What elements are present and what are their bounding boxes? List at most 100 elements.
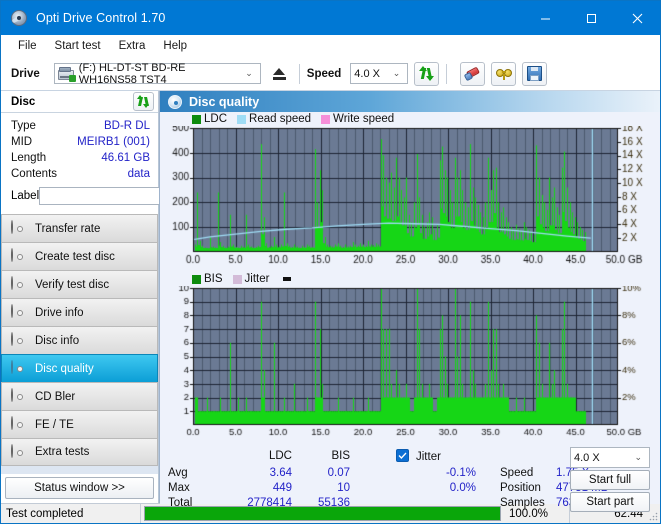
disc-row-length: Length 46.61 GB [11, 150, 150, 166]
sidebar-label-disc-quality: Disc quality [35, 362, 94, 375]
sidebar-item-fe-te[interactable]: FE / TE [1, 410, 158, 438]
speed-select[interactable]: 4.0 X ⌄ [350, 63, 409, 84]
disc-refresh-button[interactable] [133, 92, 154, 111]
sidebar-item-transfer-rate[interactable]: Transfer rate [1, 214, 158, 242]
sidebar-label-extra-tests: Extra tests [35, 446, 90, 458]
nav-list: Transfer rate Create test disc Verify te… [1, 214, 158, 466]
jitter-checkbox[interactable] [396, 449, 409, 462]
eraser-icon [463, 66, 481, 82]
speed-select-value: 4.0 X [354, 67, 380, 80]
test-speed-value: 4.0 X [574, 451, 600, 464]
chevron-down-icon: ⌄ [245, 68, 253, 78]
panel-title: Disc quality [189, 94, 260, 109]
disc-key-contents: Contents [11, 168, 58, 180]
disc-key-mid: MID [11, 136, 33, 148]
sidebar-label-create-test-disc: Create test disc [35, 250, 115, 263]
app-window: Opti Drive Control 1.70 File Start test … [0, 0, 661, 524]
legend-entry-jitter: Jitter [232, 273, 270, 285]
disc-row-contents: Contents data [11, 166, 150, 182]
legend-entry-write-speed: Write speed [321, 113, 394, 125]
stats-row-label-max: Max [168, 482, 190, 494]
legend-entry-bis: BIS [192, 273, 223, 285]
legend-label-write-speed: Write speed [333, 113, 395, 125]
chart-bottom-plot[interactable] [160, 286, 660, 441]
menu-item-file[interactable]: File [9, 38, 46, 54]
stats-jitter-avg: -0.1% [445, 467, 476, 479]
disc-row-type: Type BD-R DL [11, 118, 150, 134]
stats-speed-label: Speed [500, 467, 534, 479]
sidebar-item-verify-test-disc[interactable]: Verify test disc [1, 270, 158, 298]
test-speed-select[interactable]: 4.0 X ⌄ [570, 447, 650, 468]
optical-drive-icon [57, 66, 76, 82]
menu-bar: File Start test Extra Help [1, 35, 660, 57]
inspect-button[interactable] [491, 61, 517, 86]
chevron-down-icon: ⌄ [392, 68, 401, 78]
menu-item-help[interactable]: Help [154, 38, 196, 54]
checkbox-checked-icon [396, 449, 409, 462]
legend-entry-read-speed: Read speed [237, 113, 311, 125]
disc-icon [11, 416, 28, 432]
drive-select[interactable]: (F:) HL-DT-ST BD-RE WH16NS58 TST4 ⌄ [53, 62, 261, 86]
maximize-button[interactable] [568, 1, 614, 35]
eject-button[interactable] [267, 62, 292, 86]
body: Disc Type BD-R DL MID MEIRB1 (001) Lengt… [1, 91, 660, 512]
stats-ldc-max: 449 [272, 482, 292, 494]
disc-properties: Type BD-R DL MID MEIRB1 (001) Length 46.… [1, 113, 243, 208]
legend-swatch-jitter [232, 274, 242, 284]
sidebar-item-disc-info[interactable]: Disc info [1, 326, 158, 354]
stats-col-header-ldc: LDC [268, 450, 292, 462]
stats-bis-max: 10 [337, 482, 350, 494]
chart-bottom-legend: BIS Jitter [160, 272, 660, 286]
window-controls [522, 1, 660, 35]
status-window-button[interactable]: Status window >> [5, 477, 154, 499]
stats-col-header-bis: BIS [331, 450, 350, 462]
legend-label-read-speed: Read speed [249, 113, 312, 125]
erase-button[interactable] [460, 61, 486, 86]
chart-top-plot[interactable] [160, 126, 660, 268]
save-floppy-icon [527, 66, 543, 81]
stats-area: Avg Max Total LDC BIS 3.64 449 2778414 0… [160, 442, 660, 512]
disc-icon [11, 360, 28, 376]
sidebar-item-create-test-disc[interactable]: Create test disc [1, 242, 158, 270]
disc-icon [168, 94, 182, 109]
disc-value-length: 46.61 GB [101, 152, 150, 164]
sidebar-item-drive-info[interactable]: Drive info [1, 298, 158, 326]
sidebar-item-extra-tests[interactable]: Extra tests [1, 438, 158, 466]
start-part-button[interactable]: Start part [570, 492, 650, 512]
title-bar: Opti Drive Control 1.70 [1, 1, 660, 35]
save-button[interactable] [522, 61, 548, 86]
legend-marker-black [283, 277, 292, 281]
app-disc-icon [10, 9, 28, 27]
minimize-button[interactable] [522, 1, 568, 35]
stats-samples-label: Samples [500, 497, 545, 509]
quality-chart-top: LDC Read speed Write speed [160, 112, 660, 272]
legend-label-ldc: LDC [204, 113, 228, 125]
sidebar-label-verify-test-disc: Verify test disc [35, 278, 110, 291]
disc-icon [11, 304, 28, 320]
refresh-button[interactable] [414, 61, 440, 86]
disc-icon [11, 388, 28, 404]
stats-bis-avg: 0.07 [327, 467, 350, 479]
legend-swatch-write-speed [321, 114, 331, 124]
legend-swatch-bis [192, 274, 201, 284]
legend-entry-ldc: LDC [192, 113, 227, 125]
disc-key-label: Label [11, 190, 40, 202]
sidebar-spacer [1, 466, 158, 474]
sidebar-item-disc-quality[interactable]: Disc quality [1, 354, 158, 382]
jitter-label: Jitter [416, 451, 441, 463]
progress-bar [144, 506, 501, 521]
sidebar-label-drive-info: Drive info [35, 306, 84, 319]
disc-icon [11, 276, 28, 292]
refresh-icon [419, 66, 435, 81]
menu-item-start-test[interactable]: Start test [46, 38, 110, 54]
toolbar-separator-1 [298, 63, 300, 84]
close-button[interactable] [614, 1, 660, 35]
stats-jitter-max: 0.0% [449, 482, 476, 494]
start-full-button[interactable]: Start full [570, 470, 650, 490]
sidebar: Disc Type BD-R DL MID MEIRB1 (001) Lengt… [1, 91, 243, 503]
stats-row-label-avg: Avg [168, 467, 188, 479]
sidebar-label-disc-info: Disc info [35, 334, 80, 347]
legend-label-jitter: Jitter [244, 273, 270, 285]
sidebar-item-cd-bler[interactable]: CD Bler [1, 382, 158, 410]
menu-item-extra[interactable]: Extra [110, 38, 155, 54]
